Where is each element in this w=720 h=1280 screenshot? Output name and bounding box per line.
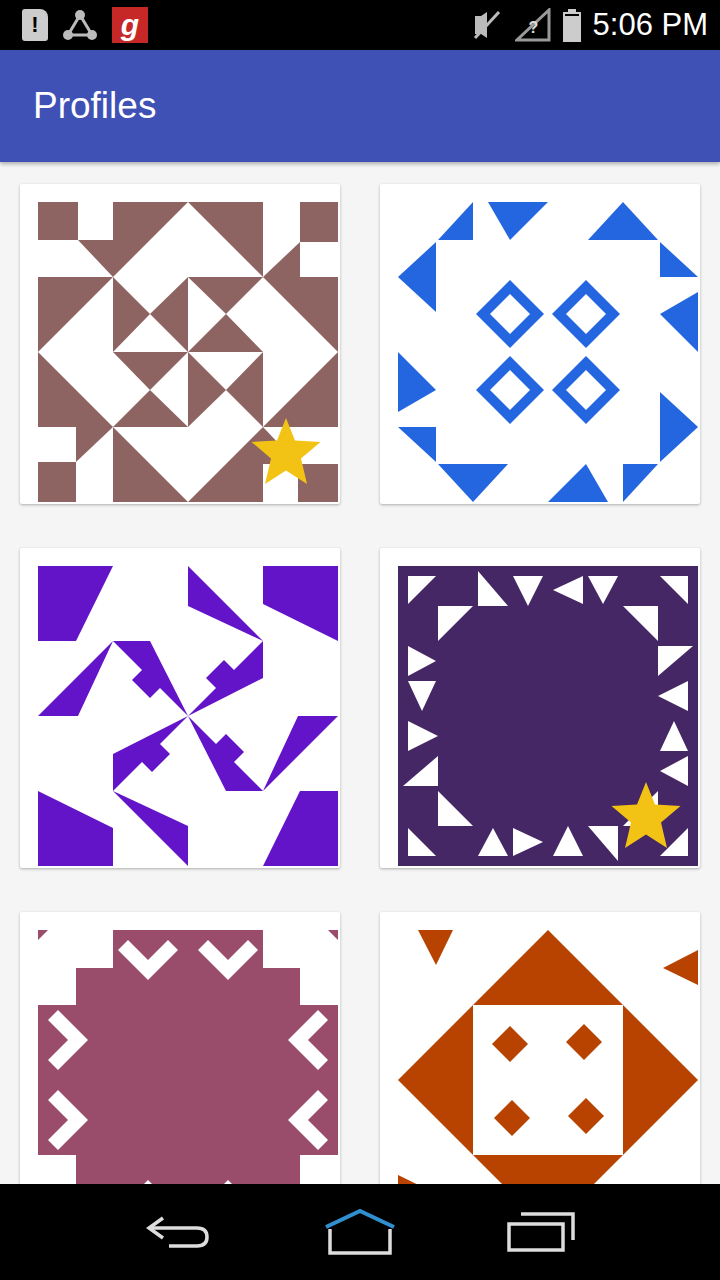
- back-arrow-icon[interactable]: [143, 1212, 215, 1252]
- notification-area: !g: [22, 7, 148, 43]
- identicon: [38, 202, 338, 502]
- profile-grid: [0, 162, 720, 1184]
- favorite-star-icon: [610, 780, 682, 850]
- clock: 5:06 PM: [593, 7, 708, 43]
- screen: !g ? 5:06 PM Profiles: [0, 0, 720, 1280]
- favorite-star-icon: [250, 416, 322, 486]
- identicon: [398, 930, 698, 1184]
- identicon: [398, 566, 698, 866]
- status-bar: !g ? 5:06 PM: [0, 0, 720, 50]
- recent-apps-icon[interactable]: [505, 1210, 577, 1254]
- identicon-pattern-icon: [38, 930, 338, 1184]
- muted-sound-icon: [471, 8, 503, 42]
- identicon: [38, 930, 338, 1184]
- identicon: [38, 566, 338, 866]
- navigation-bar: [0, 1184, 720, 1280]
- network-notification-icon: [62, 9, 98, 41]
- battery-icon: [563, 9, 581, 42]
- profile-card[interactable]: [380, 548, 700, 868]
- profile-card[interactable]: [380, 912, 700, 1184]
- alert-notification-icon: !: [22, 9, 48, 41]
- home-icon[interactable]: [320, 1207, 400, 1257]
- identicon-pattern-icon: [38, 566, 338, 866]
- identicon-pattern-icon: [398, 930, 698, 1184]
- app-notification-icon: g: [112, 7, 148, 43]
- profile-card[interactable]: [20, 548, 340, 868]
- profile-card[interactable]: [20, 912, 340, 1184]
- signal-icon: ?: [515, 8, 551, 42]
- app-bar-title: Profiles: [33, 85, 156, 127]
- identicon: [398, 202, 698, 502]
- profile-card[interactable]: [20, 184, 340, 504]
- system-status: ? 5:06 PM: [471, 7, 708, 43]
- app-bar: Profiles: [0, 50, 720, 162]
- profile-card[interactable]: [380, 184, 700, 504]
- identicon-pattern-icon: [398, 202, 698, 502]
